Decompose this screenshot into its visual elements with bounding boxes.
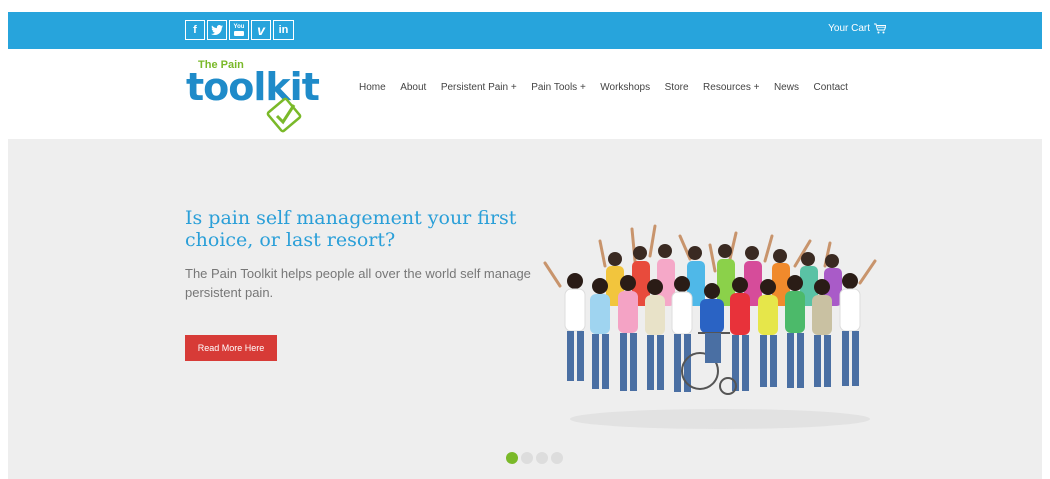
checkbox-logo-icon <box>266 97 302 133</box>
cart-link[interactable]: Your Cart <box>828 23 886 34</box>
read-more-button[interactable]: Read More Here <box>185 335 277 361</box>
cart-label: Your Cart <box>828 23 870 34</box>
nav-workshops[interactable]: Workshops <box>600 82 650 93</box>
hero-subtext: The Pain Toolkit helps people all over t… <box>185 266 531 300</box>
nav-contact[interactable]: Contact <box>813 82 847 93</box>
twitter-icon[interactable] <box>207 20 227 40</box>
nav-persistent-pain[interactable]: Persistent Pain + <box>441 82 517 93</box>
nav-resources[interactable]: Resources + <box>703 82 759 93</box>
main-nav: Home About Persistent Pain + Pain Tools … <box>359 82 862 93</box>
hero-slider: Is pain self management your first choic… <box>8 139 1042 479</box>
youtube-icon[interactable]: You <box>229 20 249 40</box>
linkedin-icon[interactable]: in <box>273 20 294 40</box>
nav-store[interactable]: Store <box>665 82 689 93</box>
crowd-photo <box>543 224 877 429</box>
site-header: The Pain toolkit Home About Persistent P… <box>8 49 1042 139</box>
slider-dots <box>506 452 563 464</box>
nav-news[interactable]: News <box>774 82 799 93</box>
site-logo[interactable]: The Pain toolkit <box>186 57 320 133</box>
top-bar: f You v in Your Cart <box>8 12 1042 49</box>
nav-home[interactable]: Home <box>359 82 386 93</box>
page-frame: f You v in Your Cart The Pain toolkit Ho… <box>8 12 1042 479</box>
nav-pain-tools[interactable]: Pain Tools + <box>531 82 586 93</box>
social-links: f You v in <box>185 20 294 40</box>
slider-dot-4[interactable] <box>551 452 563 464</box>
cart-icon <box>874 23 886 34</box>
slider-dot-3[interactable] <box>536 452 548 464</box>
slider-dot-1[interactable] <box>506 452 518 464</box>
youtube-glyph: You <box>233 24 245 30</box>
youtube-box <box>234 31 244 36</box>
facebook-icon[interactable]: f <box>185 20 205 40</box>
slider-dot-2[interactable] <box>521 452 533 464</box>
hero-headline: Is pain self management your first choic… <box>185 207 517 251</box>
nav-about[interactable]: About <box>400 82 426 93</box>
vimeo-icon[interactable]: v <box>251 20 271 40</box>
